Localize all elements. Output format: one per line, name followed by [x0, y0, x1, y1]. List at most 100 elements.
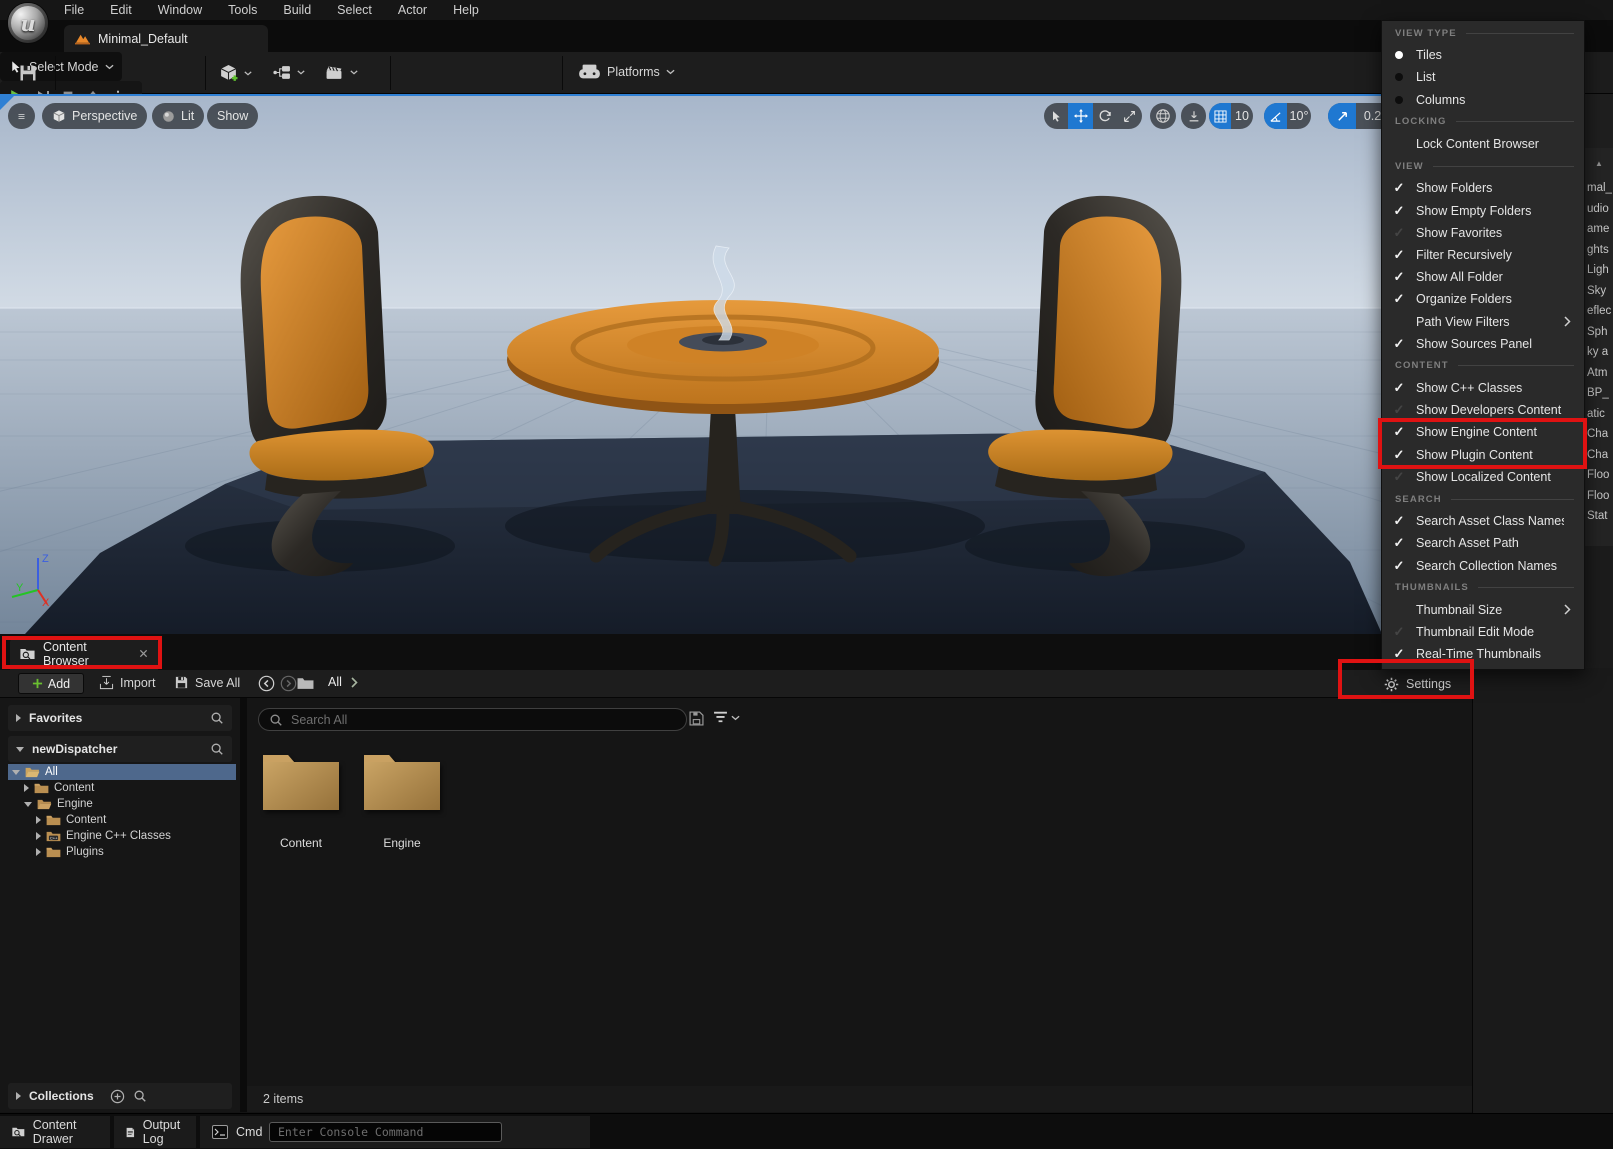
menu-item-show-sources-panel[interactable]: ✓Show Sources Panel — [1382, 333, 1584, 355]
search-icon[interactable] — [210, 711, 224, 725]
collections-header[interactable]: Collections — [8, 1083, 232, 1109]
menu-item-path-view-filters[interactable]: Path View Filters — [1382, 310, 1584, 332]
outliner-item[interactable]: udio — [1585, 199, 1613, 220]
perspective-dropdown[interactable]: Perspective — [42, 103, 147, 129]
console-command-input[interactable]: Enter Console Command — [269, 1122, 502, 1142]
menu-item-show-developers-content[interactable]: ✓Show Developers Content — [1382, 399, 1584, 421]
blueprints-button[interactable] — [272, 65, 305, 80]
breadcrumb-folder-icon[interactable] — [297, 677, 314, 690]
source-header-newdispatcher[interactable]: newDispatcher — [8, 736, 232, 762]
menubar-item-select[interactable]: Select — [337, 3, 372, 17]
rotate-tool-button[interactable] — [1093, 103, 1117, 129]
world-coordinate-button[interactable] — [1150, 103, 1176, 129]
tree-item-content[interactable]: Content — [8, 812, 232, 828]
add-actor-button[interactable] — [219, 64, 252, 83]
menu-item-thumbnail-size[interactable]: Thumbnail Size — [1382, 599, 1584, 621]
save-button[interactable] — [18, 63, 38, 83]
outliner-item[interactable]: Floo — [1585, 486, 1613, 507]
cinematics-button[interactable] — [324, 64, 358, 81]
close-icon[interactable] — [139, 649, 148, 658]
tab-minimal-default[interactable]: Minimal_Default — [64, 25, 268, 52]
tree-item-plugins[interactable]: Plugins — [8, 844, 232, 860]
back-button[interactable] — [258, 675, 275, 692]
outliner-item[interactable]: ghts — [1585, 240, 1613, 261]
surface-snapping-button[interactable] — [1181, 103, 1206, 129]
menu-item-show-favorites[interactable]: ✓Show Favorites — [1382, 222, 1584, 244]
menubar-item-tools[interactable]: Tools — [228, 3, 257, 17]
outliner-item[interactable]: ky a — [1585, 342, 1613, 363]
menubar-item-help[interactable]: Help — [453, 3, 479, 17]
asset-folder-engine[interactable]: Engine — [357, 750, 447, 850]
outliner-item[interactable]: mal_ — [1585, 178, 1613, 199]
menubar-item-actor[interactable]: Actor — [398, 3, 427, 17]
outliner-item[interactable]: Sph — [1585, 322, 1613, 343]
search-icon[interactable] — [210, 742, 224, 756]
outliner-item[interactable]: Atm — [1585, 363, 1613, 384]
menu-item-search-asset-path[interactable]: ✓Search Asset Path — [1382, 532, 1584, 554]
outliner-item[interactable]: ame — [1585, 219, 1613, 240]
grid-snap-toggle[interactable] — [1209, 103, 1231, 129]
scroll-up-icon[interactable]: ▲ — [1585, 148, 1613, 178]
menu-item-real-time-thumbnails[interactable]: ✓Real-Time Thumbnails — [1382, 643, 1584, 665]
outliner-item[interactable]: Ligh — [1585, 260, 1613, 281]
menu-item-show-localized-content[interactable]: ✓Show Localized Content — [1382, 466, 1584, 488]
menu-item-lock-content-browser[interactable]: Lock Content Browser — [1382, 133, 1584, 155]
menu-item-list[interactable]: List — [1382, 66, 1584, 88]
show-dropdown[interactable]: Show — [207, 103, 258, 129]
panel-splitter[interactable] — [240, 698, 247, 1112]
favorites-header[interactable]: Favorites — [8, 705, 232, 731]
platforms-dropdown[interactable]: Platforms — [578, 63, 675, 80]
outliner-item[interactable]: Stat — [1585, 506, 1613, 527]
asset-folder-content[interactable]: Content — [256, 750, 346, 850]
save-search-button[interactable] — [689, 711, 704, 726]
menu-item-show-c-classes[interactable]: ✓Show C++ Classes — [1382, 377, 1584, 399]
level-viewport[interactable]: Perspective Lit Show 10 10° — [0, 94, 1613, 634]
tree-item-engine[interactable]: Engine — [8, 796, 232, 812]
import-button[interactable]: Import — [99, 675, 155, 690]
rotation-snap-toggle[interactable] — [1264, 103, 1287, 129]
outliner-item[interactable]: Cha — [1585, 445, 1613, 466]
menu-item-show-folders[interactable]: ✓Show Folders — [1382, 177, 1584, 199]
outliner-item[interactable]: BP_ — [1585, 383, 1613, 404]
tree-item-content[interactable]: Content — [8, 780, 232, 796]
move-tool-button[interactable] — [1068, 103, 1093, 129]
content-drawer-button[interactable]: Content Drawer — [0, 1116, 110, 1148]
outliner-item[interactable]: Floo — [1585, 465, 1613, 486]
select-tool-button[interactable] — [1044, 103, 1068, 129]
menu-item-thumbnail-edit-mode[interactable]: ✓Thumbnail Edit Mode — [1382, 621, 1584, 643]
outliner-item[interactable]: Cha — [1585, 424, 1613, 445]
lit-dropdown[interactable]: Lit — [152, 103, 204, 129]
breadcrumb-all[interactable]: All — [328, 675, 342, 689]
forward-button[interactable] — [280, 675, 297, 692]
menu-item-search-collection-names[interactable]: ✓Search Collection Names — [1382, 555, 1584, 577]
camera-speed-toggle[interactable] — [1328, 103, 1356, 129]
menu-item-search-asset-class-names[interactable]: ✓Search Asset Class Names — [1382, 510, 1584, 532]
scale-tool-button[interactable] — [1117, 103, 1142, 129]
add-collection-icon[interactable] — [110, 1089, 125, 1104]
content-browser-tab[interactable]: Content Browser — [10, 637, 158, 670]
menu-item-organize-folders[interactable]: ✓Organize Folders — [1382, 288, 1584, 310]
menu-item-show-engine-content[interactable]: ✓Show Engine Content — [1382, 421, 1584, 443]
menu-item-filter-recursively[interactable]: ✓Filter Recursively — [1382, 244, 1584, 266]
outliner-item[interactable]: eflec — [1585, 301, 1613, 322]
tree-item-engine-c-classes[interactable]: C++Engine C++ Classes — [8, 828, 232, 844]
menubar-item-build[interactable]: Build — [283, 3, 311, 17]
outliner-item[interactable]: Sky — [1585, 281, 1613, 302]
tree-item-all[interactable]: All — [8, 764, 236, 780]
add-button[interactable]: Add — [18, 673, 84, 694]
menu-item-columns[interactable]: Columns — [1382, 89, 1584, 111]
search-assets-input[interactable]: Search All — [258, 708, 687, 731]
save-all-button[interactable]: Save All — [174, 675, 240, 690]
menu-item-show-all-folder[interactable]: ✓Show All Folder — [1382, 266, 1584, 288]
cmd-dropdown[interactable]: Cmd — [236, 1125, 262, 1139]
menubar-item-window[interactable]: Window — [158, 3, 202, 17]
menubar-item-file[interactable]: File — [64, 3, 84, 17]
search-icon[interactable] — [133, 1089, 147, 1103]
outliner-item[interactable]: atic — [1585, 404, 1613, 425]
filters-button[interactable] — [713, 711, 740, 724]
menu-item-tiles[interactable]: Tiles — [1382, 44, 1584, 66]
settings-button[interactable]: Settings — [1384, 672, 1451, 696]
output-log-button[interactable]: Output Log — [114, 1116, 196, 1148]
menu-item-show-plugin-content[interactable]: ✓Show Plugin Content — [1382, 444, 1584, 466]
unreal-logo[interactable]: u — [7, 2, 49, 44]
